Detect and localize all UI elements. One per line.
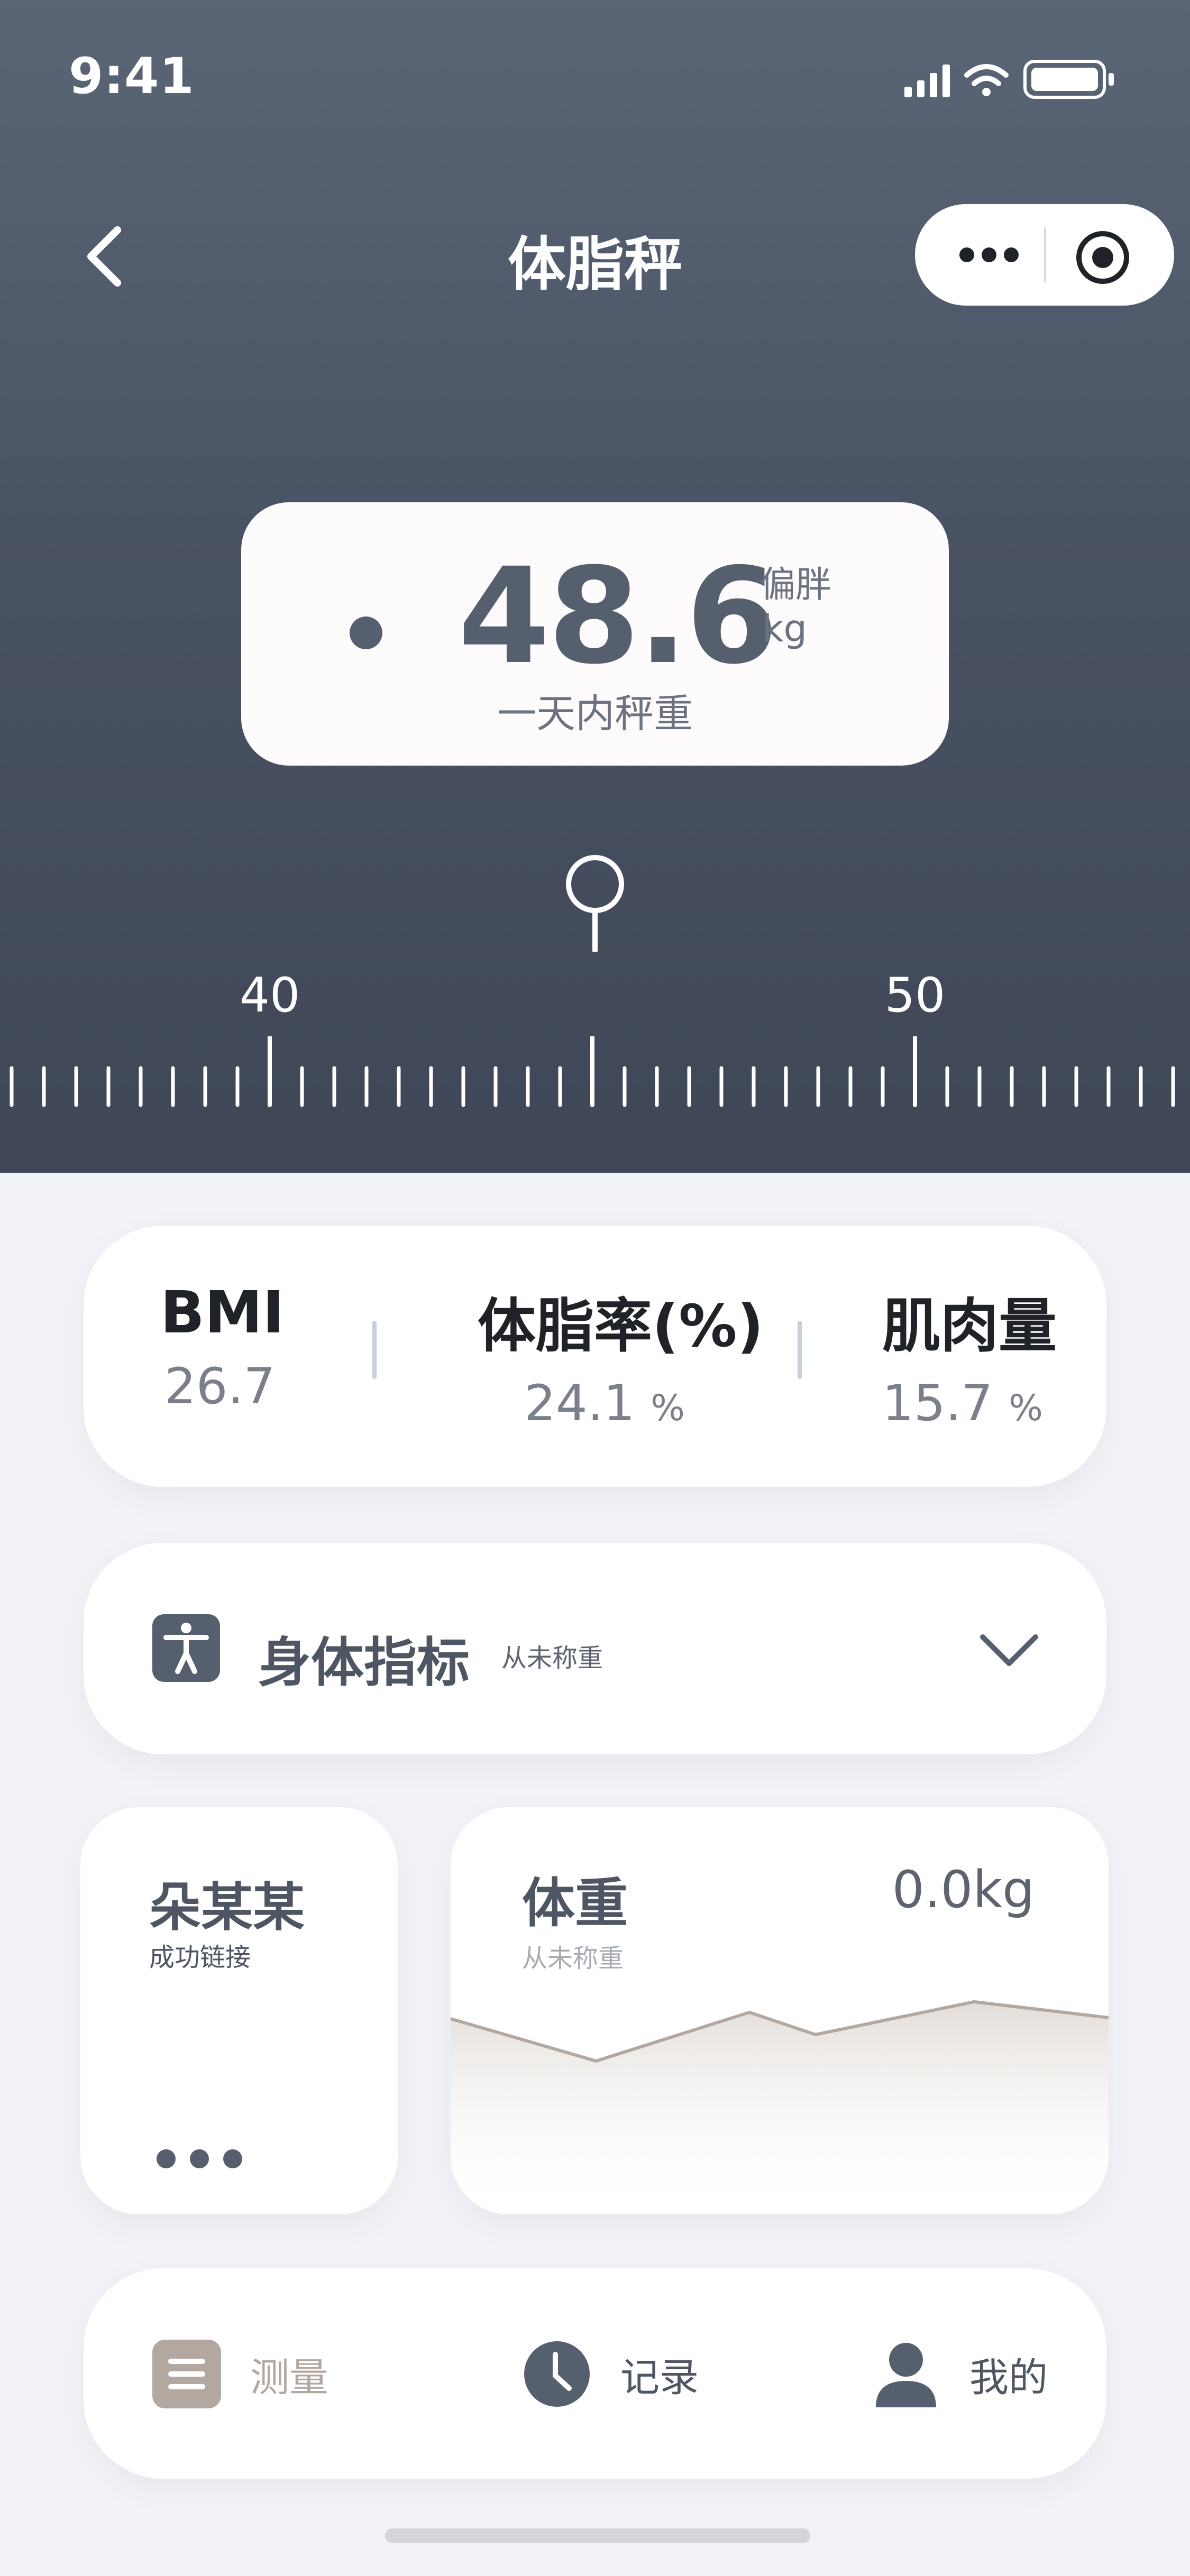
weight-dot: [350, 617, 382, 649]
weight-unit: kg: [762, 607, 807, 650]
tab-records[interactable]: 记录: [523, 2337, 699, 2411]
tab-label: 记录: [620, 2354, 699, 2400]
connection-status: 成功链接: [149, 1943, 251, 1972]
stat-body-fat: 体脂率(%) 24.1 %: [478, 1278, 764, 1432]
stat-label: BMI: [160, 1278, 285, 1346]
weight-subtitle: 一天内秤重: [497, 691, 693, 737]
person-icon: [876, 2343, 936, 2407]
stat-bmi: BMI 26.7: [160, 1278, 284, 1415]
chevron-down-icon[interactable]: [977, 1617, 1041, 1680]
weight-value: 48.6: [458, 539, 778, 693]
stat-divider: [372, 1321, 377, 1379]
stat-label: 肌肉量: [882, 1292, 1057, 1360]
weight-tag: 偏胖: [759, 564, 832, 606]
ruler-pointer-icon: [566, 855, 624, 952]
close-target-icon[interactable]: [1074, 228, 1132, 287]
wifi-icon: [964, 64, 1009, 96]
weight-trend-title: 体重: [522, 1872, 628, 1934]
ruler-label-40: 40: [239, 968, 300, 1023]
tab-profile[interactable]: 我的: [872, 2337, 1048, 2411]
trend-area: [451, 2002, 1109, 2214]
battery-icon: [1023, 60, 1114, 99]
signal-icon: [904, 65, 950, 97]
weight-trend-card[interactable]: 体重 0.0kg 从未称重: [451, 1807, 1109, 2214]
tab-measure[interactable]: 测量: [152, 2337, 328, 2411]
weight-display-card: 48.6 偏胖 kg 一天内秤重: [241, 502, 949, 766]
user-card[interactable]: 朵某某 成功链接: [80, 1807, 398, 2214]
ruler-label-50: 50: [884, 968, 946, 1023]
body-indicator-row[interactable]: 身体指标 从未称重: [84, 1543, 1106, 1754]
header: 9:41 体脂秤 48.6 偏胖 kg 一天内秤重 40 50: [0, 0, 1190, 1173]
tab-label: 测量: [250, 2354, 328, 2400]
body-stats-card: BMI 26.7 体脂率(%) 24.1 % 肌肉量 15.7 %: [84, 1226, 1106, 1487]
status-time: 9:41: [69, 48, 195, 105]
indicator-subtitle: 从未称重: [501, 1643, 603, 1673]
user-name: 朵某某: [149, 1878, 305, 1938]
clock-icon: [524, 2341, 590, 2407]
indicator-title: 身体指标: [258, 1632, 470, 1694]
stat-label: 体脂率(%): [478, 1292, 764, 1360]
weight-trend-chart: [451, 2000, 1109, 2214]
capsule-divider: [1044, 227, 1046, 282]
stat-value: 24.1 %: [524, 1375, 685, 1432]
weight-trend-value: 0.0kg: [892, 1860, 1035, 1919]
stat-value: 26.7: [164, 1358, 276, 1415]
status-icons: [904, 60, 1114, 99]
list-icon: [152, 2340, 221, 2408]
weight-ruler[interactable]: [0, 1036, 1190, 1110]
home-indicator: [385, 2528, 810, 2543]
stat-divider: [798, 1321, 802, 1379]
bottom-tab-bar: 测量 记录 我的: [84, 2268, 1106, 2479]
more-icon[interactable]: [154, 2146, 244, 2172]
more-icon[interactable]: [957, 242, 1021, 268]
stat-muscle: 肌肉量 15.7 %: [882, 1278, 1057, 1432]
tab-label: 我的: [969, 2354, 1048, 2400]
body-icon: [152, 1614, 220, 1682]
mini-program-capsule: [915, 204, 1174, 306]
stat-value: 15.7 %: [882, 1375, 1043, 1432]
